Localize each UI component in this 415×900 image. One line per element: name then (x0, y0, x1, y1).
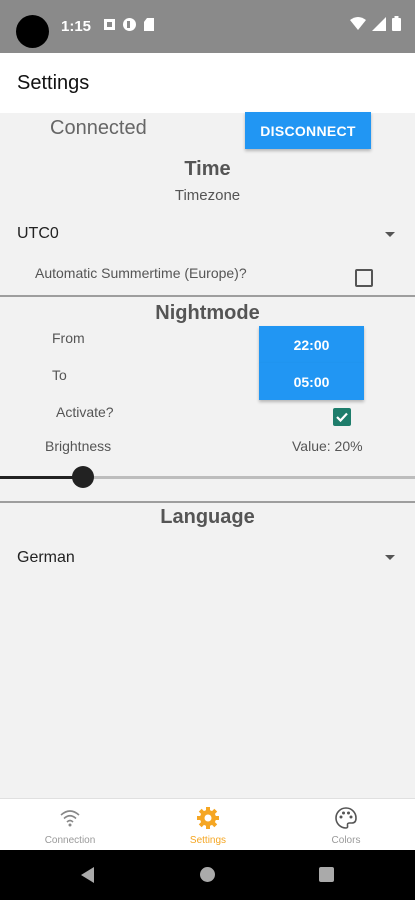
divider (0, 295, 415, 297)
slider-fill (0, 476, 83, 479)
chevron-down-icon (385, 232, 395, 237)
chevron-down-icon (385, 555, 395, 560)
activate-label: Activate? (56, 404, 114, 420)
app-bar: Settings (0, 53, 415, 113)
battery-icon (392, 16, 401, 31)
notification-circle-icon (123, 18, 136, 31)
back-icon[interactable] (81, 867, 94, 883)
summertime-checkbox[interactable] (355, 269, 373, 287)
bottom-navigation: Connection Settings Colors (0, 798, 415, 851)
nav-item-connection[interactable]: Connection (1, 799, 139, 851)
nightmode-section-title: Nightmode (155, 302, 260, 324)
divider (0, 501, 415, 503)
signal-icon (372, 16, 386, 31)
palette-icon (335, 807, 357, 829)
nav-label-settings: Settings (189, 835, 227, 846)
wifi-icon (60, 810, 80, 827)
camera-cutout (16, 15, 49, 48)
time-section-title: Time (184, 158, 231, 180)
connection-status: Connected (50, 117, 147, 139)
language-value: German (17, 549, 75, 566)
activate-checkbox[interactable] (333, 408, 351, 426)
nav-label-connection: Connection (44, 835, 96, 846)
wifi-status-icon (350, 16, 366, 30)
gear-icon (197, 807, 219, 829)
nav-item-colors[interactable]: Colors (277, 799, 415, 851)
status-bar: 1:15 (0, 0, 415, 53)
to-time-button[interactable]: 05:00 (259, 363, 364, 400)
brightness-label: Brightness (45, 438, 112, 454)
notification-icons (104, 18, 154, 31)
timezone-label: Timezone (174, 187, 241, 204)
page-title: Settings (17, 72, 90, 94)
brightness-value: Value: 20% (292, 438, 363, 454)
checkmark-icon (336, 412, 348, 423)
system-navigation-bar (0, 850, 415, 900)
from-time-button[interactable]: 22:00 (259, 326, 364, 363)
from-label: From (52, 330, 85, 346)
notification-square-icon (104, 19, 115, 30)
language-section-title: Language (160, 506, 255, 528)
summertime-label: Automatic Summertime (Europe)? (35, 265, 247, 281)
recent-apps-icon[interactable] (319, 867, 334, 882)
system-status-icons (350, 16, 401, 31)
timezone-value: UTC0 (17, 225, 59, 242)
status-time: 1:15 (61, 18, 92, 35)
nav-item-settings[interactable]: Settings (139, 799, 277, 851)
nav-label-colors: Colors (331, 835, 361, 846)
brightness-slider[interactable] (0, 476, 415, 479)
disconnect-button[interactable]: DISCONNECT (245, 112, 371, 149)
to-label: To (52, 367, 67, 383)
sd-card-icon (144, 18, 154, 31)
slider-thumb[interactable] (72, 466, 94, 488)
home-icon[interactable] (200, 867, 215, 882)
